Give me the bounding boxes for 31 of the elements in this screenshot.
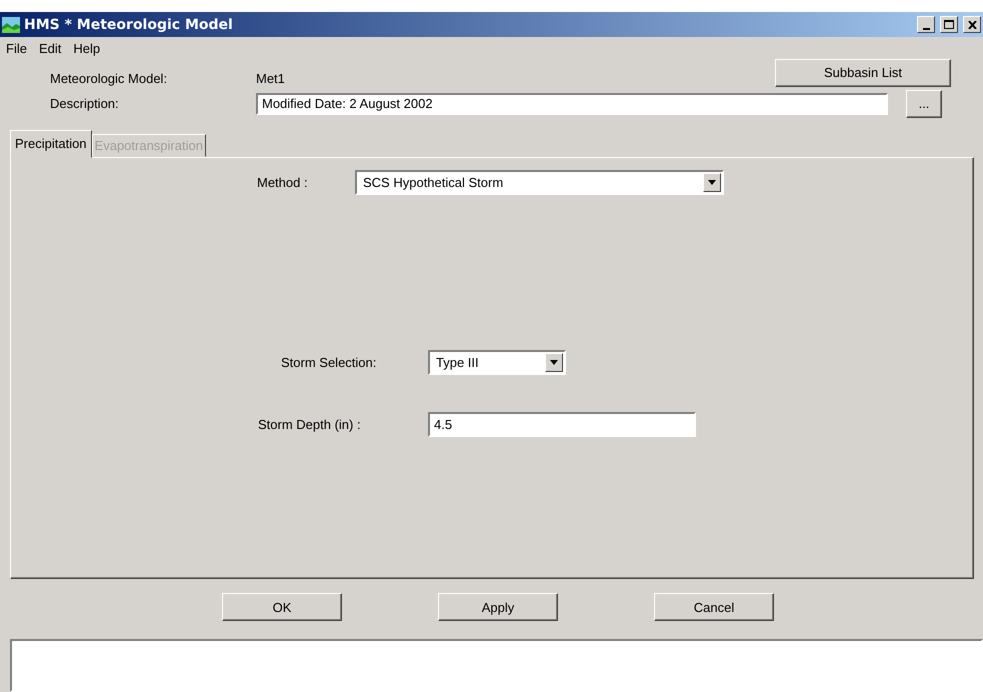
maximize-button[interactable] <box>940 16 958 33</box>
menu-item[interactable]: Edit <box>38 41 62 56</box>
browse-button[interactable]: ... <box>906 90 942 118</box>
close-icon <box>968 20 976 28</box>
storm-selection-label: Storm Selection: <box>281 355 378 370</box>
landscape-icon <box>2 16 20 32</box>
model-label: Meteorologic Model: <box>50 71 168 86</box>
caret-icon <box>708 180 716 185</box>
close-button[interactable] <box>963 16 981 33</box>
dialog-button[interactable]: OK <box>222 593 342 621</box>
method-dropdown[interactable]: SCS Hypothetical Storm <box>355 170 724 195</box>
menu-item[interactable]: Help <box>73 41 100 56</box>
model-value: Met1 <box>256 71 286 86</box>
description-field[interactable]: Modified Date: 2 August 2002 <box>256 92 888 114</box>
window-title: HMS * Meteorologic Model <box>24 16 234 32</box>
caret-icon <box>550 360 558 365</box>
menu-item[interactable]: File <box>6 41 27 56</box>
maximize-icon <box>944 20 954 29</box>
dialog-button[interactable]: Cancel <box>654 593 774 621</box>
method-label: Method : <box>257 175 309 190</box>
dropdown-button[interactable] <box>545 353 563 372</box>
dialog-button[interactable]: Apply <box>438 593 558 621</box>
minimize-button[interactable] <box>917 16 935 33</box>
tab[interactable]: Precipitation <box>10 130 92 158</box>
minimize-icon <box>922 28 930 30</box>
subbasin-list-button[interactable]: Subbasin List <box>775 58 951 86</box>
description-label: Description: <box>50 96 120 111</box>
storm-selection-dropdown[interactable]: Type III <box>428 350 566 375</box>
storm-depth-field[interactable]: 4.5 <box>428 412 696 437</box>
dropdown-button[interactable] <box>703 173 721 192</box>
storm-depth-label: Storm Depth (in) : <box>258 417 362 432</box>
